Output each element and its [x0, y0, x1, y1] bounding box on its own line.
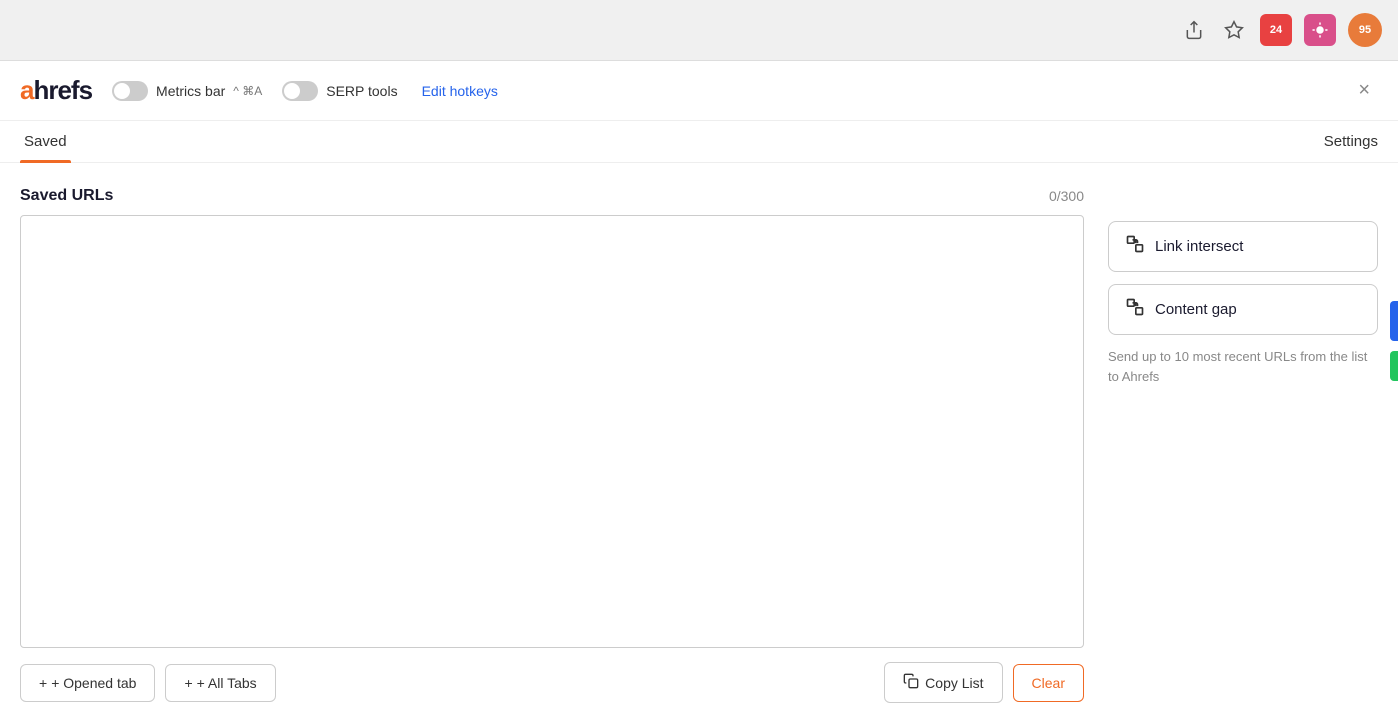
content-gap-button[interactable]: Content gap	[1108, 284, 1378, 335]
action-buttons-row: + + Opened tab + + All Tabs	[20, 662, 1084, 703]
serp-tools-toggle-group: SERP tools	[282, 81, 397, 101]
pink-extension-icon[interactable]	[1304, 14, 1336, 46]
serp-tools-label: SERP tools	[326, 83, 397, 99]
clear-button[interactable]: Clear	[1013, 664, 1084, 702]
saved-urls-title: Saved URLs	[20, 187, 113, 205]
content-gap-label: Content gap	[1155, 301, 1237, 318]
ahrefs-extension-icon[interactable]: 24	[1260, 14, 1292, 46]
main-panel: ahrefs Metrics bar ^ ⌘A SERP tools Edit …	[0, 60, 1398, 724]
link-intersect-label: Link intersect	[1155, 238, 1243, 255]
metrics-bar-toggle[interactable]	[112, 81, 148, 101]
right-actions-panel: Link intersect Content gap Send up to 10…	[1108, 187, 1378, 703]
all-tabs-button[interactable]: + + All Tabs	[165, 664, 275, 702]
link-intersect-icon	[1125, 234, 1145, 259]
saved-urls-panel: Saved URLs 0/300 + + Opened tab + + All …	[20, 187, 1084, 703]
browser-chrome: 24 95	[0, 0, 1398, 60]
orange-extension-icon[interactable]: 95	[1348, 13, 1382, 47]
url-count: 0/300	[1049, 188, 1084, 204]
settings-link[interactable]: Settings	[1324, 121, 1378, 162]
copy-list-label: Copy List	[925, 675, 983, 691]
plus-icon: +	[39, 675, 47, 691]
metrics-bar-shortcut: ^ ⌘A	[233, 84, 262, 98]
urls-textarea[interactable]	[20, 215, 1084, 648]
opened-tab-label: + Opened tab	[51, 675, 136, 691]
copy-list-button[interactable]: Copy List	[884, 662, 1002, 703]
tabs-bar: Saved Settings	[0, 121, 1398, 163]
logo-rest: hrefs	[33, 75, 92, 106]
all-tabs-label: + All Tabs	[197, 675, 257, 691]
saved-urls-header: Saved URLs 0/300	[20, 187, 1084, 205]
serp-tools-toggle[interactable]	[282, 81, 318, 101]
metrics-bar-label: Metrics bar	[156, 83, 225, 99]
content-gap-icon	[1125, 297, 1145, 322]
panel-header: ahrefs Metrics bar ^ ⌘A SERP tools Edit …	[0, 61, 1398, 121]
clear-label: Clear	[1032, 675, 1065, 691]
share-icon[interactable]	[1180, 16, 1208, 44]
star-icon[interactable]	[1220, 16, 1248, 44]
send-description: Send up to 10 most recent URLs from the …	[1108, 347, 1378, 386]
link-intersect-button[interactable]: Link intersect	[1108, 221, 1378, 272]
plus-icon-2: +	[184, 675, 192, 691]
right-accent-blue	[1390, 301, 1398, 341]
ahrefs-logo: ahrefs	[20, 75, 92, 106]
metrics-bar-toggle-group: Metrics bar ^ ⌘A	[112, 81, 262, 101]
opened-tab-button[interactable]: + + Opened tab	[20, 664, 155, 702]
edit-hotkeys-link[interactable]: Edit hotkeys	[422, 83, 498, 99]
logo-a: a	[20, 75, 33, 106]
copy-icon	[903, 673, 919, 692]
tab-saved[interactable]: Saved	[20, 121, 71, 162]
panel-content: Saved URLs 0/300 + + Opened tab + + All …	[0, 163, 1398, 719]
right-accent-green	[1390, 351, 1398, 381]
content-inner: Saved URLs 0/300 + + Opened tab + + All …	[20, 187, 1378, 703]
close-button[interactable]: ×	[1350, 75, 1378, 106]
